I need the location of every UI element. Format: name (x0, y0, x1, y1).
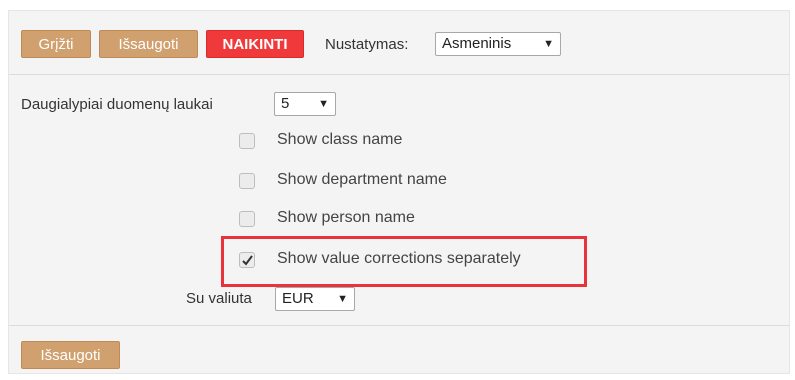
checkbox-class-name[interactable] (239, 133, 255, 149)
checkbox-label: Show person name (277, 209, 415, 226)
chevron-down-icon: ▼ (337, 293, 348, 305)
checkbox-department-name[interactable] (239, 173, 255, 189)
chevron-down-icon: ▼ (318, 98, 329, 110)
delete-button[interactable]: NAIKINTI (206, 30, 304, 58)
checkbox-person-name[interactable] (239, 211, 255, 227)
footer-save-button[interactable]: Išsaugoti (21, 341, 120, 369)
multi-fields-select[interactable]: 5 ▼ (274, 92, 336, 116)
currency-select[interactable]: EUR ▼ (275, 287, 355, 311)
divider (9, 325, 789, 326)
back-button[interactable]: Grįžti (21, 30, 91, 58)
checkbox-label: Show class name (277, 131, 403, 148)
settings-panel: Grįžti Išsaugoti NAIKINTI Nustatymas: As… (8, 10, 790, 374)
setting-select-value: Asmeninis (442, 35, 512, 52)
multi-fields-label: Daugialypiai duomenų laukai (21, 96, 213, 113)
toolbar: Grįžti Išsaugoti NAIKINTI Nustatymas: As… (9, 11, 789, 75)
setting-label: Nustatymas: (325, 36, 409, 53)
highlight-box (221, 236, 587, 287)
setting-select[interactable]: Asmeninis ▼ (435, 32, 561, 56)
chevron-down-icon: ▼ (543, 38, 554, 50)
currency-label: Su valiuta (186, 290, 252, 307)
currency-select-value: EUR (282, 290, 314, 307)
checkbox-label: Show department name (277, 171, 447, 188)
save-button[interactable]: Išsaugoti (99, 30, 198, 58)
multi-fields-select-value: 5 (281, 95, 290, 112)
